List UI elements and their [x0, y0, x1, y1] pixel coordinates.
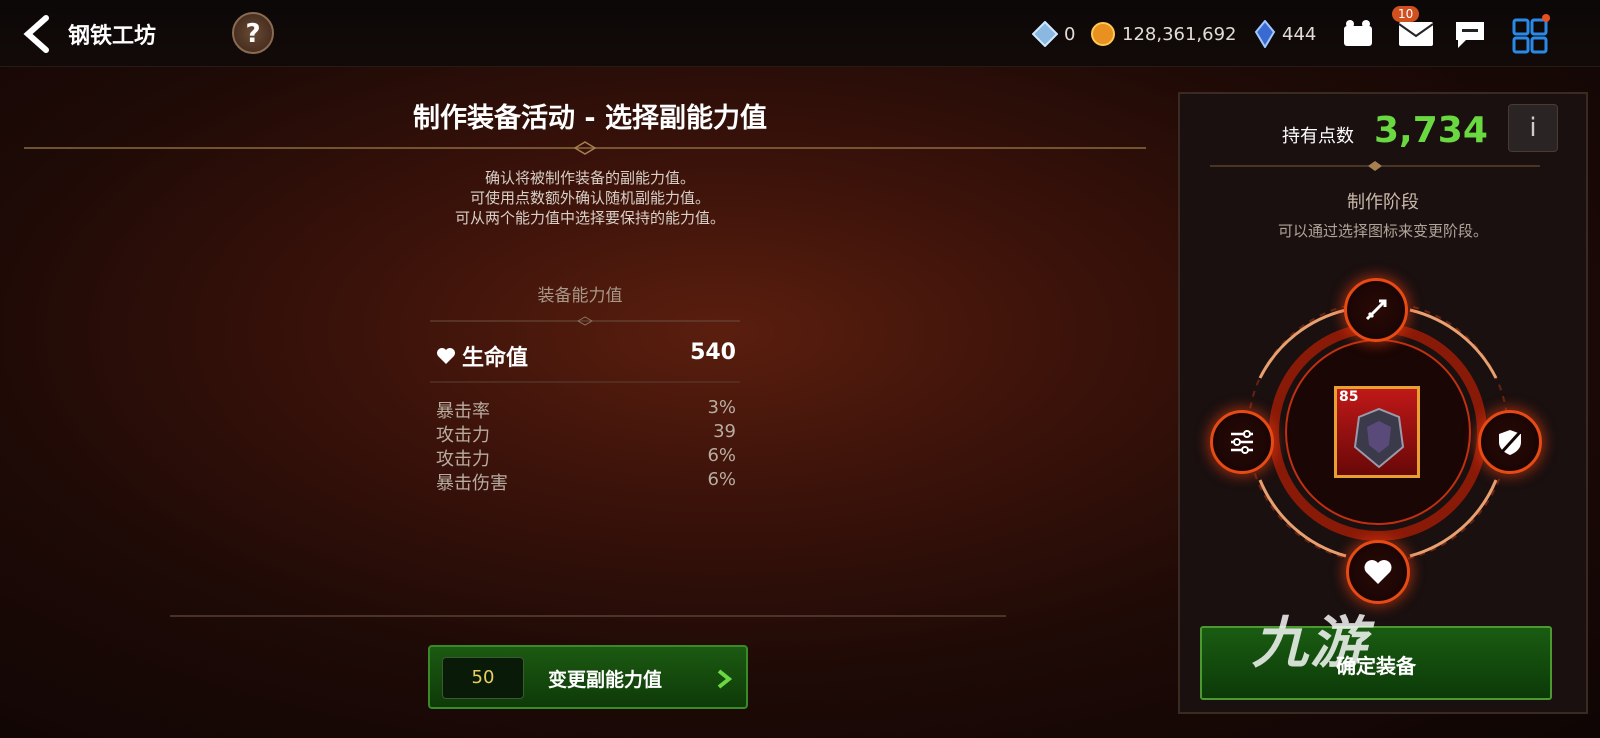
guild-icon: [1344, 20, 1372, 46]
sub-stat-row: 攻击力 6%: [436, 445, 736, 471]
description-line: 可从两个能力值中选择要保持的能力值。: [454, 209, 725, 227]
points-divider: [1210, 161, 1540, 171]
points-label: 持有点数: [1282, 126, 1354, 147]
sub-stat-value: 39: [713, 421, 736, 442]
stats-title: 装备能力值: [537, 286, 623, 306]
mail-icon: [1398, 22, 1434, 46]
stage-node-attack[interactable]: [1344, 278, 1408, 342]
mail-badge: 10: [1392, 6, 1420, 22]
gem-count: 444: [1282, 23, 1317, 45]
crystal-icon: [1032, 21, 1058, 47]
main-stat-row: 生命值 540: [436, 340, 736, 372]
stage-hint: 可以通过选择图标来变更阶段。: [1277, 222, 1488, 240]
chat-icon: [1456, 22, 1484, 48]
menu-button[interactable]: [1510, 14, 1550, 58]
crystal-count: 0: [1064, 23, 1076, 45]
change-sub-stat-label: 变更副能力值: [548, 669, 663, 691]
bottom-divider: [170, 615, 1006, 617]
gold-currency: 128,361,692: [1090, 20, 1237, 48]
sub-stat-name: 攻击力: [436, 425, 490, 446]
crystal-currency: 0: [1032, 20, 1075, 48]
help-button[interactable]: ?: [232, 12, 274, 54]
sub-stat-value: 3%: [707, 397, 736, 418]
chevron-left-icon: [23, 15, 49, 53]
change-cost: 50: [442, 657, 524, 699]
sub-stat-value: 6%: [707, 445, 736, 466]
sub-stat-name: 暴击伤害: [436, 473, 508, 494]
armor-item-icon: [1353, 407, 1405, 469]
description-line: 确认将被制作装备的副能力值。: [484, 169, 695, 187]
description-line: 可使用点数额外确认随机副能力值。: [469, 189, 710, 207]
change-sub-stat-button[interactable]: 50 变更副能力值: [428, 645, 748, 709]
points-value: 3,734: [1374, 110, 1488, 151]
page-title: 钢铁工坊: [68, 24, 157, 49]
main-stat-value: 540: [690, 340, 736, 365]
stats-divider: [430, 316, 740, 326]
sub-stat-row: 暴击率 3%: [436, 397, 736, 423]
title-divider: [24, 141, 1146, 155]
heart-icon: [1364, 560, 1392, 584]
info-button[interactable]: i: [1508, 104, 1558, 152]
grid-menu-icon: [1512, 14, 1550, 54]
watermark-logo: 九游: [1252, 611, 1368, 676]
main-stat-name: 生命值: [462, 346, 529, 371]
broken-shield-icon: [1499, 429, 1523, 455]
gold-count: 128,361,692: [1122, 23, 1237, 45]
item-level: 85: [1339, 389, 1359, 405]
stage-title: 制作阶段: [1347, 192, 1419, 213]
guild-button[interactable]: [1338, 18, 1378, 56]
blue-gem-icon: [1254, 20, 1276, 48]
back-button[interactable]: [18, 12, 58, 56]
sub-stat-value: 6%: [707, 469, 736, 490]
sword-icon: [1365, 299, 1387, 321]
sliders-icon: [1231, 430, 1253, 454]
description: 确认将被制作装备的副能力值。 可使用点数额外确认随机副能力值。 可从两个能力值中…: [390, 168, 790, 228]
heart-icon: [437, 348, 455, 364]
chat-button[interactable]: [1452, 18, 1488, 54]
main-title: 制作装备活动 - 选择副能力值: [412, 103, 767, 134]
gem-currency: 444: [1254, 20, 1316, 48]
sub-stat-row: 攻击力 39: [436, 421, 736, 447]
sub-stat-name: 暴击率: [436, 401, 490, 422]
stage-node-substat[interactable]: [1210, 410, 1274, 474]
stage-node-defense[interactable]: [1478, 410, 1542, 474]
item-slot[interactable]: 85: [1334, 386, 1420, 478]
mail-button[interactable]: [1398, 20, 1434, 52]
main-stat-divider: [430, 381, 740, 383]
stage-node-health[interactable]: [1346, 540, 1410, 604]
gold-coin-icon: [1091, 22, 1115, 46]
info-icon: i: [1529, 113, 1537, 143]
sub-stat-row: 暴击伤害 6%: [436, 469, 736, 495]
sub-stat-name: 攻击力: [436, 449, 490, 470]
chevron-right-icon: [717, 669, 732, 689]
